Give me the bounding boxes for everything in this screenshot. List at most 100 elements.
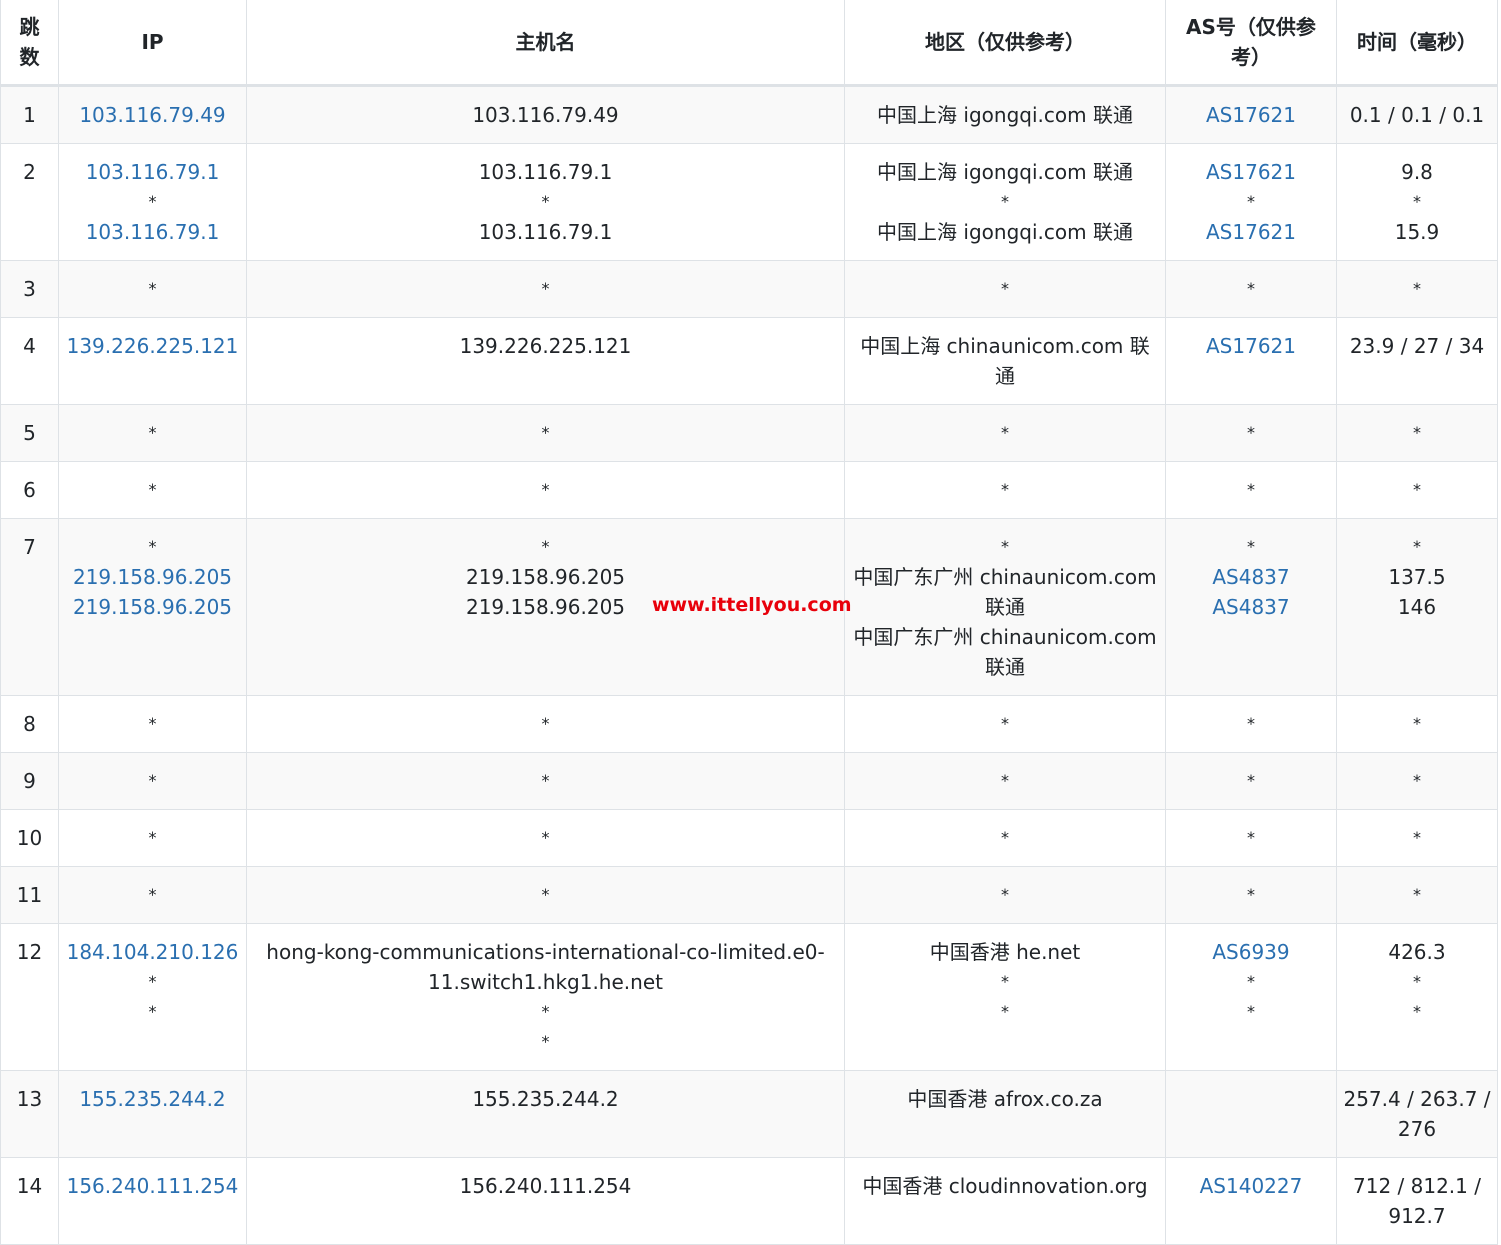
no-response-marker: *: [1001, 1001, 1009, 1021]
time-text: 0.1 / 0.1 / 0.1: [1349, 102, 1485, 127]
cell-region: 中国香港 afrox.co.za: [844, 1069, 1166, 1158]
as-link[interactable]: AS4837: [1172, 562, 1330, 592]
table-row: 11 * * * * *: [0, 865, 1498, 924]
host-text: 139.226.225.121: [459, 333, 632, 358]
region-text: 中国广东广州 chinaunicom.com 联通: [853, 564, 1157, 619]
cell-ip: *: [58, 808, 247, 867]
ip-link[interactable]: 103.116.79.49: [65, 100, 240, 130]
no-response-marker: *: [148, 191, 157, 211]
region-text: 中国香港 afrox.co.za: [907, 1086, 1103, 1111]
cell-as: [1165, 1069, 1337, 1158]
cell-hop: 6: [0, 460, 59, 519]
as-link[interactable]: AS17621: [1172, 217, 1330, 247]
no-response-marker: *: [1247, 884, 1255, 904]
region-text: 中国香港 he.net: [929, 939, 1081, 964]
as-link[interactable]: AS6939: [1172, 937, 1330, 967]
no-response-marker: *: [1001, 971, 1009, 991]
no-response-marker: *: [541, 422, 550, 442]
cell-time: *: [1336, 808, 1498, 867]
cell-region: 中国香港 cloudinnovation.org: [844, 1156, 1166, 1245]
host-text: hong-kong-communications-international-c…: [266, 939, 825, 994]
table-header: 跳数 IP 主机名 地区（仅供参考） AS号（仅供参考） 时间（毫秒）: [0, 0, 1498, 87]
region-text: 中国上海 igongqi.com 联通: [877, 102, 1133, 127]
ip-link[interactable]: 139.226.225.121: [65, 331, 240, 361]
cell-as: AS6939 * *: [1165, 922, 1337, 1071]
no-response-marker: *: [148, 971, 157, 991]
time-text: 9.8: [1401, 159, 1433, 184]
cell-ip: *: [58, 751, 247, 810]
cell-time: *: [1336, 460, 1498, 519]
time-text: 426.3: [1388, 939, 1446, 964]
header-hop: 跳数: [0, 0, 59, 87]
cell-region: 中国香港 he.net * *: [844, 922, 1166, 1071]
cell-host: *: [246, 808, 845, 867]
cell-hop: 7: [0, 517, 59, 696]
cell-time: *: [1336, 259, 1498, 318]
cell-time: 0.1 / 0.1 / 0.1: [1336, 84, 1498, 144]
time-text: 23.9 / 27 / 34: [1349, 333, 1485, 358]
no-response-marker: *: [1413, 827, 1421, 847]
cell-hop: 10: [0, 808, 59, 867]
ip-link[interactable]: 219.158.96.205: [65, 592, 240, 622]
time-text: 15.9: [1394, 219, 1440, 244]
no-response-marker: *: [148, 1001, 157, 1021]
cell-host: *: [246, 460, 845, 519]
no-response-marker: *: [148, 536, 157, 556]
table-row: 5 * * * * *: [0, 403, 1498, 462]
no-response-marker: *: [1001, 191, 1009, 211]
no-response-marker: *: [1413, 536, 1421, 556]
host-text: 103.116.79.1: [478, 219, 613, 244]
cell-as: AS17621: [1165, 84, 1337, 144]
time-text: 146: [1397, 594, 1437, 619]
no-response-marker: *: [1413, 1001, 1421, 1021]
header-as: AS号（仅供参考）: [1165, 0, 1337, 87]
traceroute-table: 跳数 IP 主机名 地区（仅供参考） AS号（仅供参考） 时间（毫秒） 1 103…: [0, 0, 1498, 1245]
host-text: 103.116.79.49: [472, 102, 619, 127]
table-row: 10 * * * * *: [0, 808, 1498, 867]
header-region: 地区（仅供参考）: [844, 0, 1166, 87]
no-response-marker: *: [1001, 770, 1009, 790]
ip-link[interactable]: 156.240.111.254: [65, 1171, 240, 1201]
cell-as: *: [1165, 259, 1337, 318]
cell-host: 139.226.225.121: [246, 316, 845, 405]
table-row: 12 184.104.210.126 * * hong-kong-communicati…: [0, 922, 1498, 1071]
cell-region: 中国上海 igongqi.com 联通: [844, 84, 1166, 144]
table-row: 7 * 219.158.96.205 219.158.96.205 * 219.158.9…: [0, 517, 1498, 696]
cell-hop: 5: [0, 403, 59, 462]
ip-link[interactable]: 184.104.210.126: [65, 937, 240, 967]
ip-link[interactable]: 219.158.96.205: [65, 562, 240, 592]
cell-host: 103.116.79.1 * 103.116.79.1: [246, 142, 845, 261]
as-link[interactable]: AS17621: [1172, 331, 1330, 361]
as-link[interactable]: AS4837: [1172, 592, 1330, 622]
table-row: 14 156.240.111.254 156.240.111.254 中国香港 clo…: [0, 1156, 1498, 1245]
region-text: 中国上海 igongqi.com 联通: [877, 159, 1133, 184]
no-response-marker: *: [1413, 770, 1421, 790]
cell-as: *: [1165, 403, 1337, 462]
cell-host: 103.116.79.49: [246, 84, 845, 144]
ip-link[interactable]: 103.116.79.1: [65, 157, 240, 187]
cell-host: hong-kong-communications-international-c…: [246, 922, 845, 1071]
cell-ip: 184.104.210.126 * *: [58, 922, 247, 1071]
cell-ip: 103.116.79.1 * 103.116.79.1: [58, 142, 247, 261]
header-time: 时间（毫秒）: [1336, 0, 1498, 87]
no-response-marker: *: [1247, 278, 1255, 298]
ip-link[interactable]: 103.116.79.1: [65, 217, 240, 247]
region-text: 中国广东广州 chinaunicom.com 联通: [853, 624, 1157, 679]
cell-ip: *: [58, 403, 247, 462]
no-response-marker: *: [1247, 827, 1255, 847]
as-link[interactable]: AS17621: [1172, 100, 1330, 130]
as-link[interactable]: AS140227: [1172, 1171, 1330, 1201]
cell-time: *: [1336, 865, 1498, 924]
ip-link[interactable]: 155.235.244.2: [65, 1084, 240, 1114]
table-row: 3 * * * * *: [0, 259, 1498, 318]
table-row: 2 103.116.79.1 * 103.116.79.1 103.116.79.1 * 1…: [0, 142, 1498, 261]
no-response-marker: *: [541, 191, 550, 211]
no-response-marker: *: [148, 827, 157, 847]
no-response-marker: *: [1247, 422, 1255, 442]
no-response-marker: *: [1001, 884, 1009, 904]
no-response-marker: *: [148, 278, 157, 298]
no-response-marker: *: [1247, 971, 1255, 991]
cell-hop: 11: [0, 865, 59, 924]
header-ip: IP: [58, 0, 247, 87]
as-link[interactable]: AS17621: [1172, 157, 1330, 187]
